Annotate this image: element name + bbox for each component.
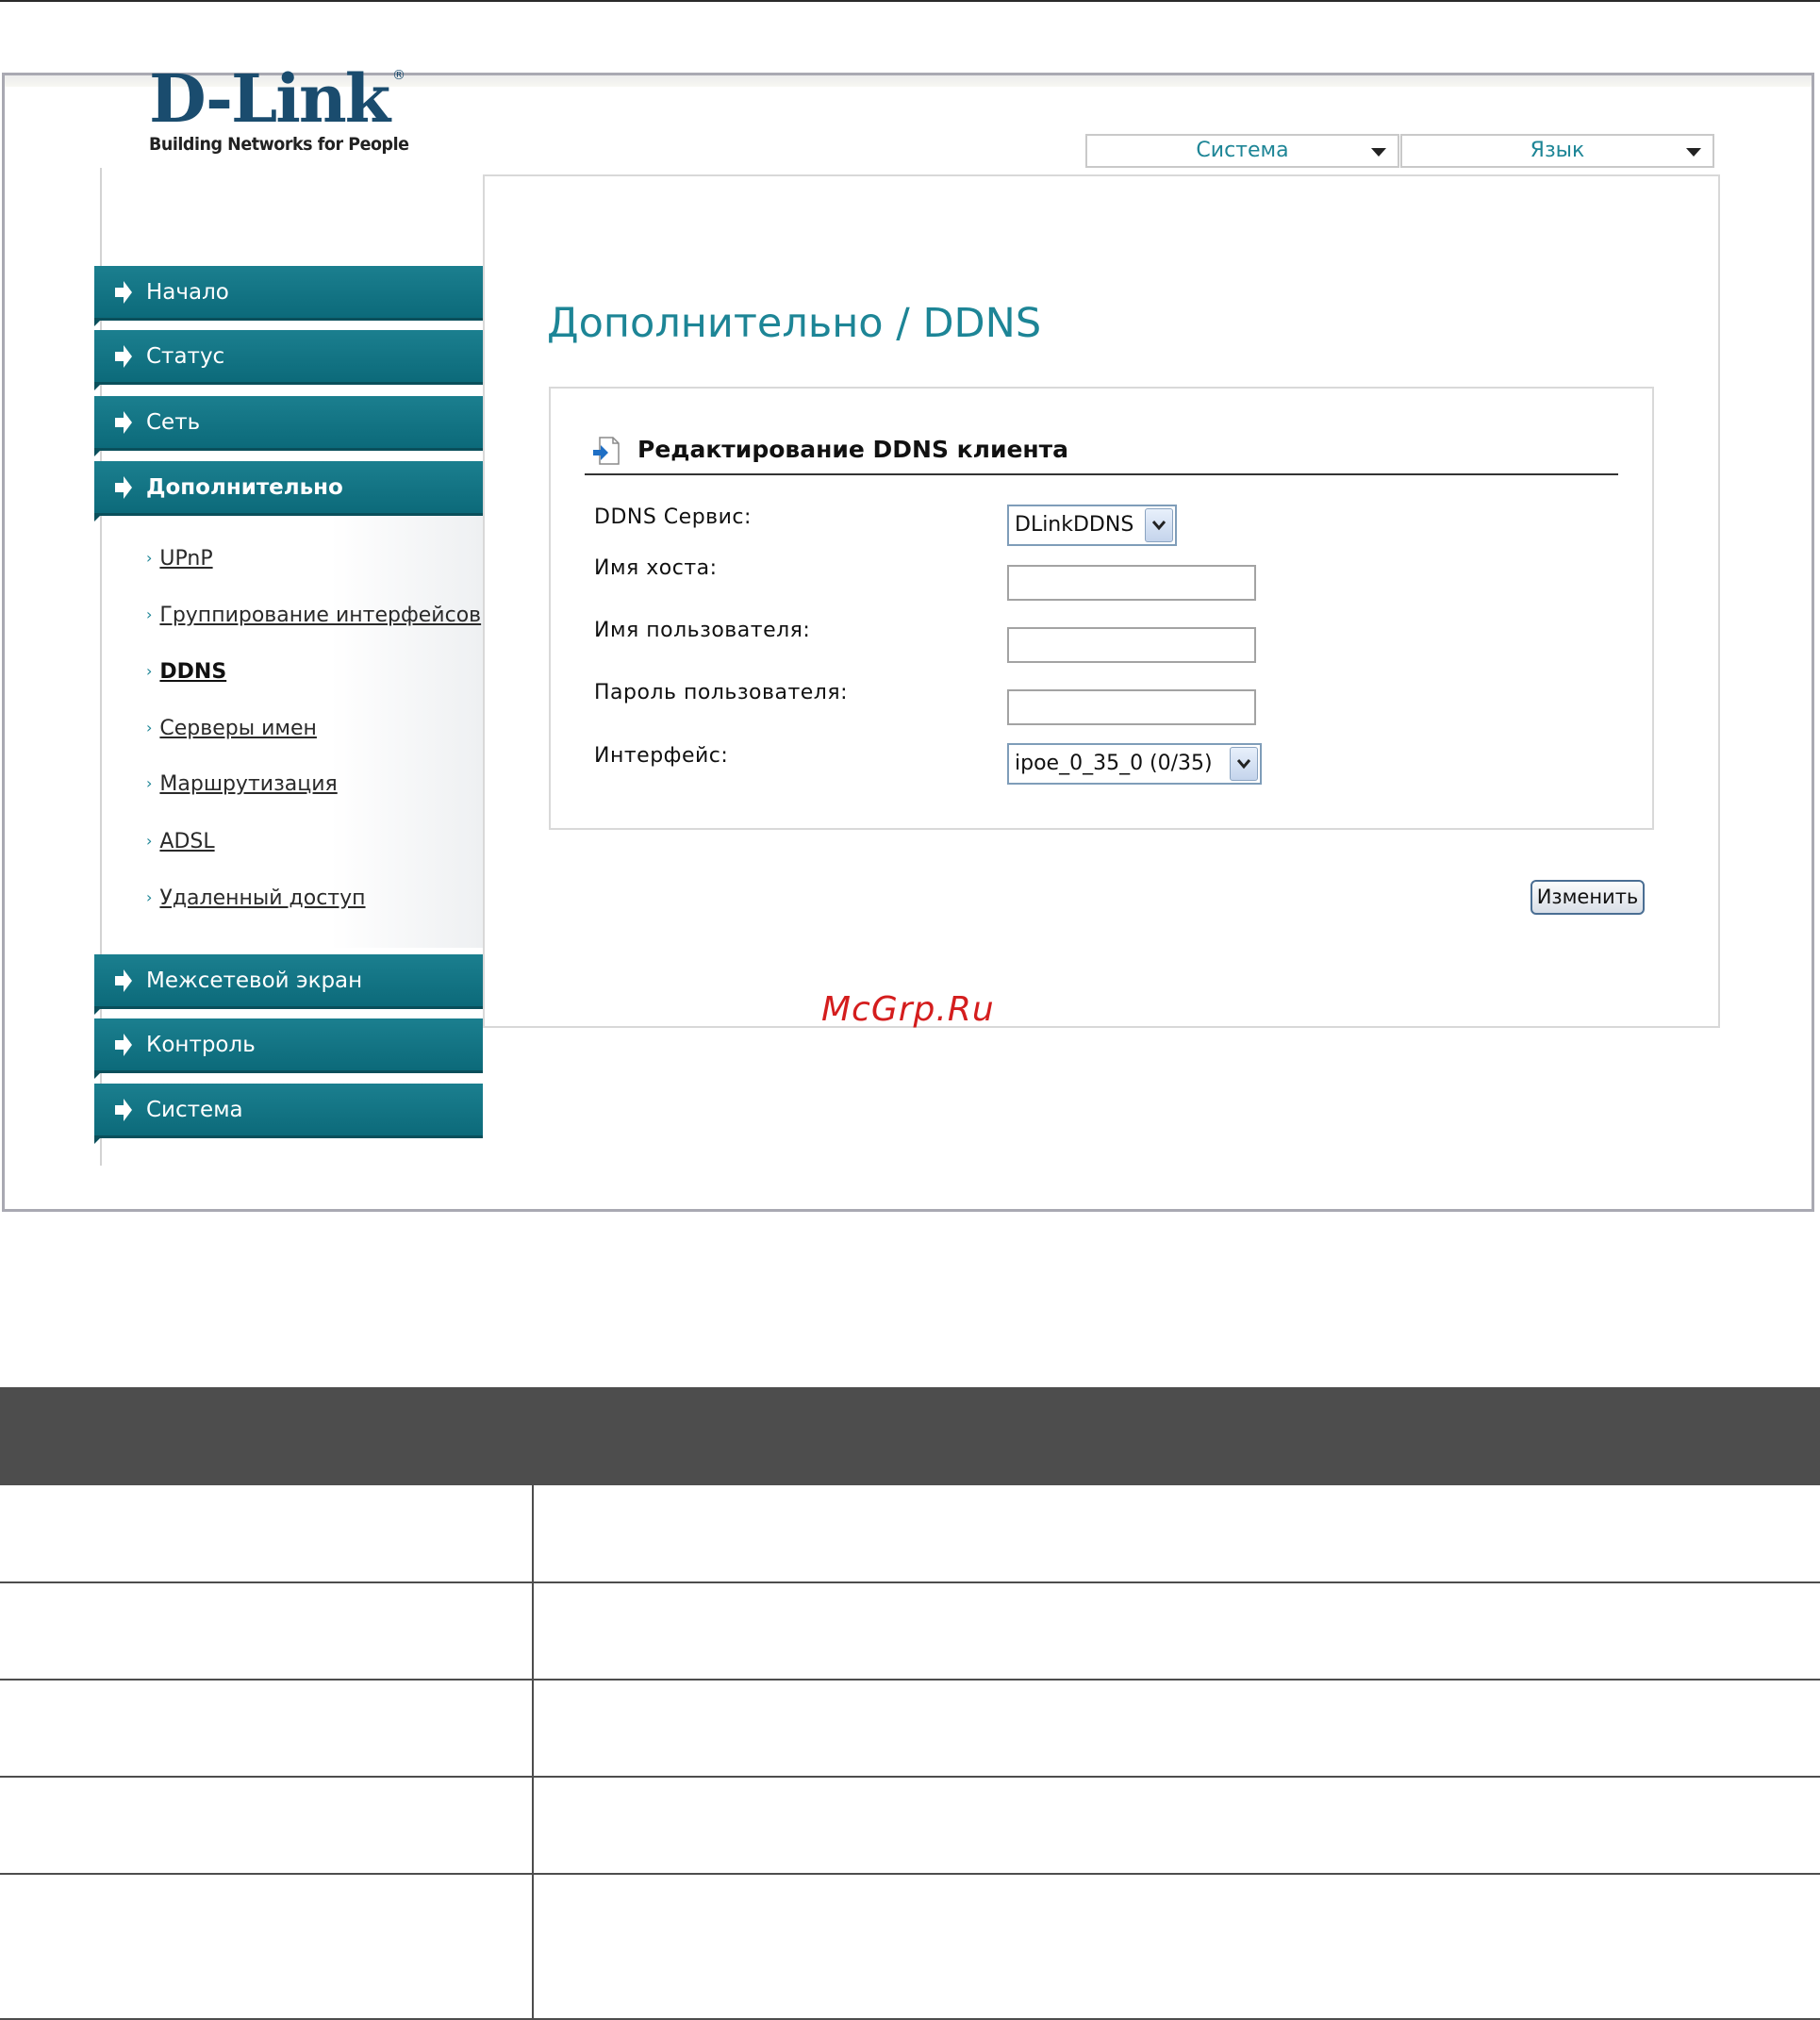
ddns-service-select[interactable]: DLinkDDNS xyxy=(1007,505,1177,546)
bullet-icon: › xyxy=(146,832,153,850)
section-divider xyxy=(585,473,1618,475)
select-arrow-button[interactable] xyxy=(1230,747,1258,781)
logo-registered-mark: ® xyxy=(392,68,405,83)
submenu-item-interface-grouping[interactable]: › Группирование интерфейсов xyxy=(146,604,481,627)
sidebar-item-label: Статус xyxy=(146,344,225,369)
apply-button[interactable]: Изменить xyxy=(1530,880,1645,915)
username-input[interactable] xyxy=(1007,627,1256,663)
submenu-item-label: Группирование интерфейсов xyxy=(159,604,482,627)
sidebar-item-advanced[interactable]: Дополнительно xyxy=(94,461,483,522)
section-title: Редактирование DDNS клиента xyxy=(637,436,1069,463)
sidebar-item-home[interactable]: Начало xyxy=(94,266,483,326)
language-menu-dropdown[interactable]: Язык xyxy=(1400,134,1714,168)
sidebar-item-firewall[interactable]: Межсетевой экран xyxy=(94,954,483,1015)
submenu-item-ddns[interactable]: › DDNS xyxy=(146,660,226,684)
language-menu-label: Язык xyxy=(1530,139,1585,162)
sidebar-item-system[interactable]: Система xyxy=(94,1084,483,1144)
dropdown-arrow-icon xyxy=(1686,148,1701,157)
system-menu-label: Система xyxy=(1196,139,1289,162)
submenu-item-name-servers[interactable]: › Серверы имен xyxy=(146,717,317,740)
table-column-divider xyxy=(532,1485,534,2020)
table-row xyxy=(0,1778,1820,1875)
table-row xyxy=(0,1485,1820,1583)
sidebar-item-label: Контроль xyxy=(146,1033,256,1057)
sidebar-item-control[interactable]: Контроль xyxy=(94,1018,483,1079)
interface-value: ipoe_0_35_0 (0/35) xyxy=(1015,752,1213,775)
ddns-service-label: DDNS Сервис: xyxy=(594,505,752,529)
logo-tagline: Building Networks for People xyxy=(149,134,409,155)
dropdown-arrow-icon xyxy=(1371,148,1386,157)
arrow-right-icon xyxy=(115,476,132,499)
username-label: Имя пользователя: xyxy=(594,619,811,642)
password-input[interactable] xyxy=(1007,689,1256,725)
arrow-right-icon xyxy=(115,411,132,434)
logo-brand: D-Link xyxy=(149,59,390,138)
arrow-right-icon xyxy=(115,345,132,368)
bullet-icon: › xyxy=(146,605,153,623)
hostname-input[interactable] xyxy=(1007,565,1256,601)
page-title: Дополнительно / DDNS xyxy=(547,300,1042,347)
ddns-service-value: DLinkDDNS xyxy=(1015,513,1134,537)
table-row xyxy=(0,1681,1820,1778)
chevron-down-icon xyxy=(1152,521,1166,531)
interface-select[interactable]: ipoe_0_35_0 (0/35) xyxy=(1007,743,1262,785)
arrow-right-icon xyxy=(115,281,132,304)
bullet-icon: › xyxy=(146,888,153,906)
submenu-item-label: Удаленный доступ xyxy=(159,886,366,910)
arrow-right-icon xyxy=(115,969,132,992)
table-row xyxy=(0,1583,1820,1681)
sidebar-item-label: Сеть xyxy=(146,410,201,435)
bullet-icon: › xyxy=(146,774,153,792)
submenu-item-label: Серверы имен xyxy=(159,717,317,740)
select-arrow-button[interactable] xyxy=(1145,508,1173,542)
top-rule xyxy=(0,0,1820,2)
table-header xyxy=(0,1387,1820,1485)
sidebar-item-label: Начало xyxy=(146,280,229,305)
submenu-item-label: UPnP xyxy=(159,547,213,571)
chevron-down-icon xyxy=(1237,759,1250,770)
arrow-right-icon xyxy=(115,1099,132,1121)
sidebar-item-label: Дополнительно xyxy=(146,475,343,500)
sidebar-item-label: Система xyxy=(146,1098,243,1122)
interface-label: Интерфейс: xyxy=(594,744,729,768)
arrow-right-icon xyxy=(115,1034,132,1056)
sidebar-item-status[interactable]: Статус xyxy=(94,330,483,390)
dlink-logo: D-Link ® Building Networks for People xyxy=(149,59,431,156)
sidebar-item-network[interactable]: Сеть xyxy=(94,396,483,456)
bullet-icon: › xyxy=(146,549,153,567)
table-row xyxy=(0,1875,1820,2020)
submenu-item-label: ADSL xyxy=(159,830,215,853)
system-menu-dropdown[interactable]: Система xyxy=(1085,134,1399,168)
password-label: Пароль пользователя: xyxy=(594,681,849,704)
submenu-item-upnp[interactable]: › UPnP xyxy=(146,547,213,571)
hostname-label: Имя хоста: xyxy=(594,556,718,580)
submenu-item-label: Маршрутизация xyxy=(159,772,338,796)
watermark-text: McGrp.Ru xyxy=(821,990,995,1029)
document-arrow-icon xyxy=(593,437,620,465)
submenu-item-label: DDNS xyxy=(159,660,227,684)
bullet-icon: › xyxy=(146,662,153,680)
submenu-item-adsl[interactable]: › ADSL xyxy=(146,830,215,853)
sidebar-item-label: Межсетевой экран xyxy=(146,969,363,993)
bullet-icon: › xyxy=(146,719,153,737)
submenu-item-remote-access[interactable]: › Удаленный доступ xyxy=(146,886,366,910)
submenu-item-routing[interactable]: › Маршрутизация xyxy=(146,772,338,796)
